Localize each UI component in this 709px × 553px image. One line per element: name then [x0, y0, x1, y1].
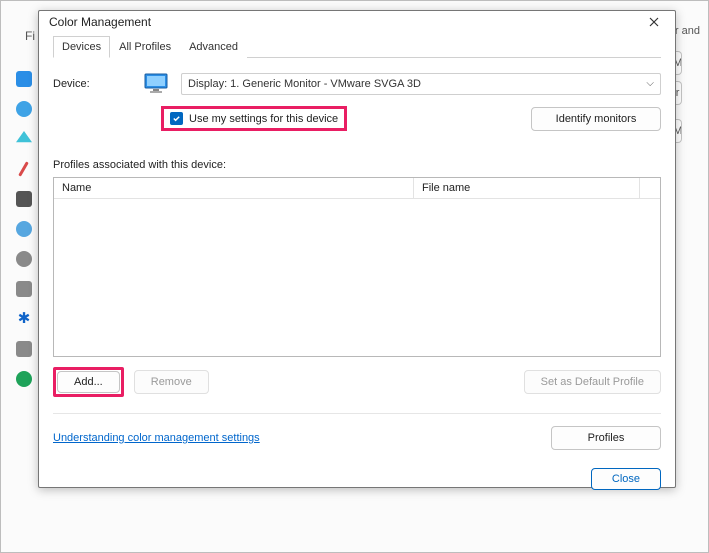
- bg-icon: [16, 341, 32, 357]
- bg-icon: [16, 101, 32, 117]
- understanding-link[interactable]: Understanding color management settings: [53, 432, 260, 444]
- device-selected-text: Display: 1. Generic Monitor - VMware SVG…: [188, 78, 421, 90]
- separator: [53, 413, 661, 414]
- device-select[interactable]: Display: 1. Generic Monitor - VMware SVG…: [181, 73, 661, 95]
- chevron-down-icon: ⌵: [646, 78, 654, 89]
- bg-icon: [16, 71, 32, 87]
- add-highlight: Add...: [53, 367, 124, 397]
- tabs: Devices All Profiles Advanced: [53, 35, 661, 58]
- use-settings-highlight: Use my settings for this device: [161, 106, 347, 131]
- monitor-icon: [143, 72, 171, 96]
- column-filename[interactable]: File name: [414, 178, 640, 198]
- bg-partial-text: Fi: [25, 29, 35, 43]
- tab-devices[interactable]: Devices: [53, 36, 110, 58]
- tab-all-profiles[interactable]: All Profiles: [110, 36, 180, 58]
- close-button[interactable]: [639, 11, 669, 33]
- dialog-title: Color Management: [49, 15, 639, 29]
- titlebar: Color Management: [39, 11, 675, 33]
- column-end: [640, 178, 660, 198]
- bg-icon: [16, 371, 32, 387]
- bg-icon: [16, 131, 32, 147]
- associated-profiles-label: Profiles associated with this device:: [53, 159, 661, 171]
- profiles-listbox[interactable]: Name File name: [53, 177, 661, 357]
- tab-advanced[interactable]: Advanced: [180, 36, 247, 58]
- add-button[interactable]: Add...: [57, 371, 120, 393]
- color-management-dialog: Color Management Devices All Profiles Ad…: [38, 10, 676, 488]
- bg-icon: [16, 251, 32, 267]
- bg-icon: [16, 221, 32, 237]
- bg-icon: [16, 281, 32, 297]
- column-name[interactable]: Name: [54, 178, 414, 198]
- bg-sidebar: ✱: [16, 71, 34, 387]
- use-settings-checkbox[interactable]: [170, 112, 183, 125]
- identify-monitors-button[interactable]: Identify monitors: [531, 107, 661, 131]
- close-icon: [649, 17, 659, 27]
- bg-icon: [18, 161, 29, 176]
- list-header: Name File name: [54, 178, 660, 199]
- use-settings-label: Use my settings for this device: [189, 113, 338, 125]
- check-icon: [172, 114, 181, 123]
- bg-icon: [16, 191, 32, 207]
- set-default-button: Set as Default Profile: [524, 370, 661, 394]
- close-dialog-button[interactable]: Close: [591, 468, 661, 490]
- accessibility-icon: ✱: [16, 311, 32, 327]
- device-label: Device:: [53, 78, 133, 90]
- remove-button: Remove: [134, 370, 209, 394]
- profiles-button[interactable]: Profiles: [551, 426, 661, 450]
